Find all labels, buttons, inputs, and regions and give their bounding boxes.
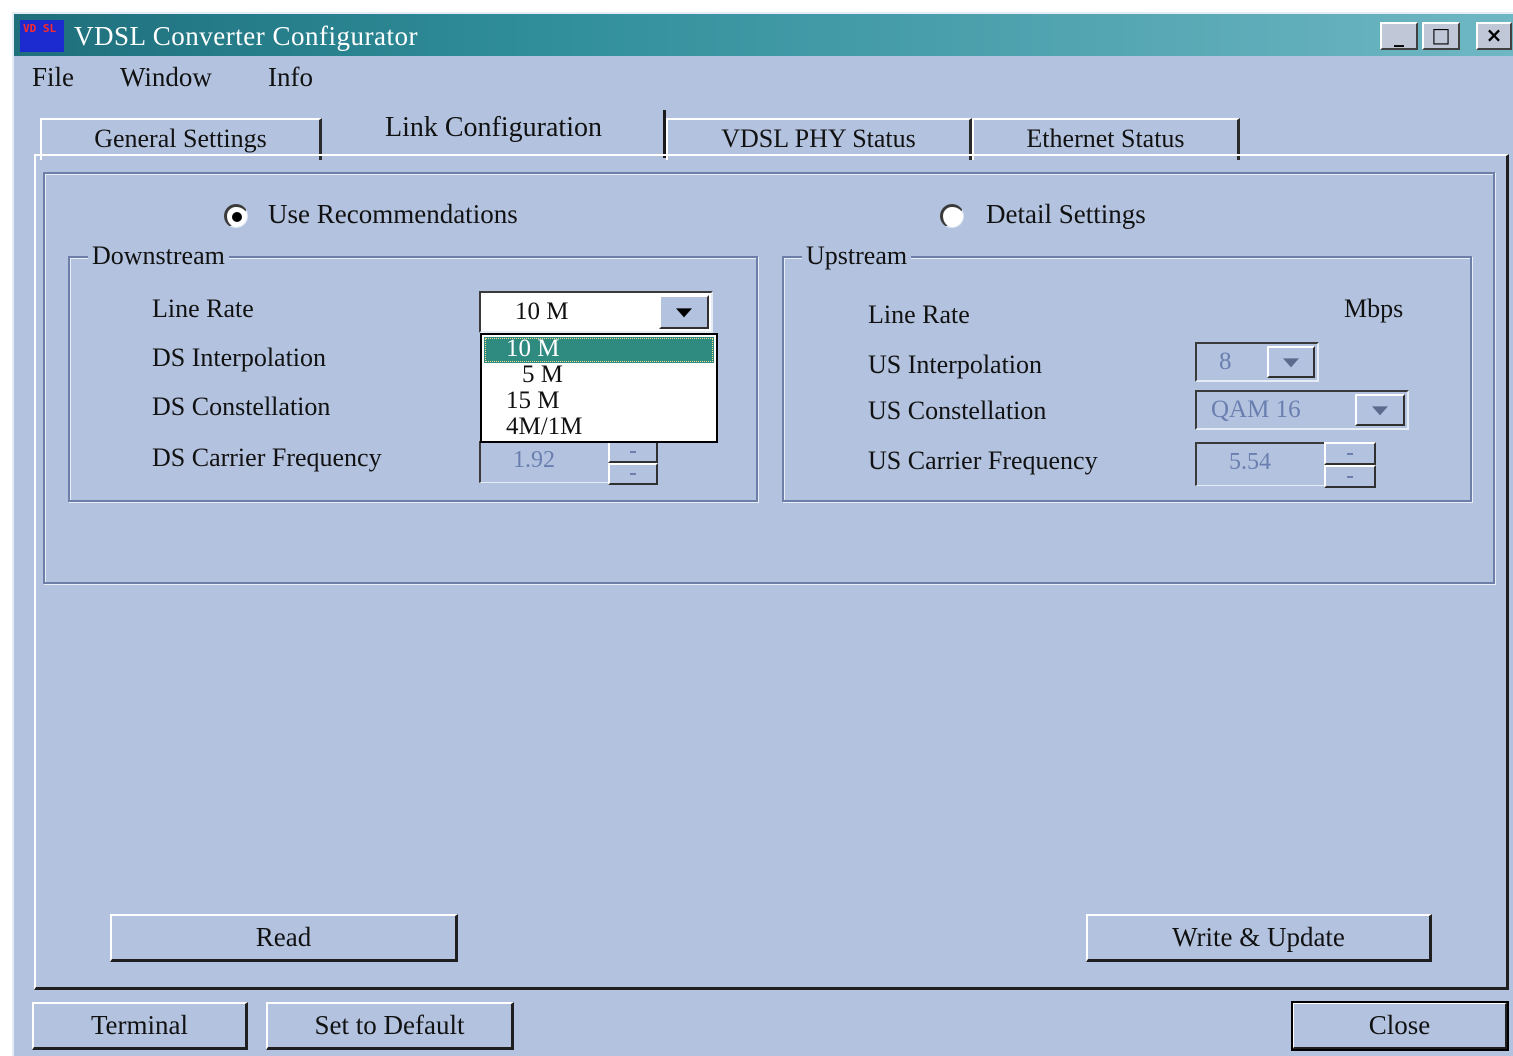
us-carrier-frequency-value: 5.54 [1229, 449, 1271, 475]
spin-down-icon [630, 473, 636, 475]
us-constellation-dropdown-button[interactable] [1355, 394, 1405, 426]
detail-settings-radio[interactable] [940, 204, 964, 228]
ds-line-rate-dropdown-button[interactable] [659, 295, 709, 329]
ds-carrier-frequency-label: DS Carrier Frequency [152, 443, 382, 472]
window-title: VDSL Converter Configurator [74, 21, 418, 51]
us-carrier-spin-down[interactable] [1324, 465, 1376, 488]
chevron-down-icon [676, 308, 692, 318]
us-line-rate-unit: Mbps [1344, 294, 1404, 323]
read-button[interactable]: Read [110, 914, 458, 962]
minimize-button[interactable]: _ [1380, 22, 1418, 50]
use-recommendations-radio[interactable] [224, 204, 248, 228]
dropdown-option[interactable]: 10 M [484, 336, 714, 363]
app-icon: VD SL [20, 20, 64, 52]
radio-selected-dot [232, 212, 242, 222]
downstream-legend: Downstream [88, 243, 229, 269]
ds-line-rate-label: Line Rate [152, 294, 254, 323]
dropdown-option[interactable]: 15 M [484, 388, 714, 415]
us-interpolation-select[interactable]: 8 [1195, 342, 1319, 382]
set-to-default-button[interactable]: Set to Default [266, 1002, 514, 1050]
chevron-down-icon [1372, 406, 1388, 416]
us-carrier-frequency-input[interactable]: 5.54 [1195, 442, 1325, 486]
us-constellation-value: QAM 16 [1211, 396, 1301, 423]
ds-constellation-label: DS Constellation [152, 392, 331, 421]
chevron-down-icon [1283, 358, 1299, 368]
spin-up-icon [630, 451, 636, 453]
ds-line-rate-select[interactable]: 10 M [479, 291, 713, 333]
us-interpolation-label: US Interpolation [868, 350, 1043, 379]
spin-up-icon [1347, 452, 1353, 455]
title-bar[interactable]: VD SL VDSL Converter Configurator _ □ × [14, 14, 1513, 56]
spin-down-icon [1347, 475, 1353, 478]
us-constellation-label: US Constellation [868, 396, 1047, 425]
ds-line-rate-dropdown-list: 10 M 5 M 15 M 4M/1M [480, 333, 718, 443]
ds-carrier-frequency-value: 1.92 [513, 447, 555, 473]
us-carrier-spin-up[interactable] [1324, 442, 1376, 465]
terminal-button[interactable]: Terminal [32, 1002, 248, 1050]
upstream-legend: Upstream [802, 243, 912, 269]
us-carrier-frequency-label: US Carrier Frequency [868, 446, 1098, 475]
menu-info[interactable]: Info [268, 62, 313, 93]
close-window-button[interactable]: × [1476, 22, 1512, 50]
us-constellation-select[interactable]: QAM 16 [1195, 390, 1409, 430]
ds-carrier-spin-up[interactable] [608, 441, 658, 463]
close-button[interactable]: Close [1291, 1001, 1509, 1051]
menu-file[interactable]: File [32, 62, 74, 93]
menu-window[interactable]: Window [120, 62, 212, 93]
use-recommendations-label[interactable]: Use Recommendations [268, 199, 518, 230]
us-interpolation-value: 8 [1219, 348, 1232, 375]
detail-settings-label[interactable]: Detail Settings [986, 199, 1146, 230]
maximize-button[interactable]: □ [1422, 22, 1460, 50]
us-line-rate-label: Line Rate [868, 300, 970, 329]
us-interpolation-dropdown-button[interactable] [1267, 346, 1315, 378]
ds-interpolation-label: DS Interpolation [152, 343, 327, 372]
ds-line-rate-value: 10 M [515, 298, 569, 325]
ds-carrier-frequency-input[interactable]: 1.92 [479, 441, 609, 483]
tab-link-configuration[interactable]: Link Configuration [324, 110, 666, 158]
ds-carrier-spin-down[interactable] [608, 463, 658, 485]
dropdown-option[interactable]: 4M/1M [484, 414, 714, 441]
write-update-button[interactable]: Write & Update [1086, 914, 1432, 962]
dropdown-option[interactable]: 5 M [484, 362, 714, 389]
